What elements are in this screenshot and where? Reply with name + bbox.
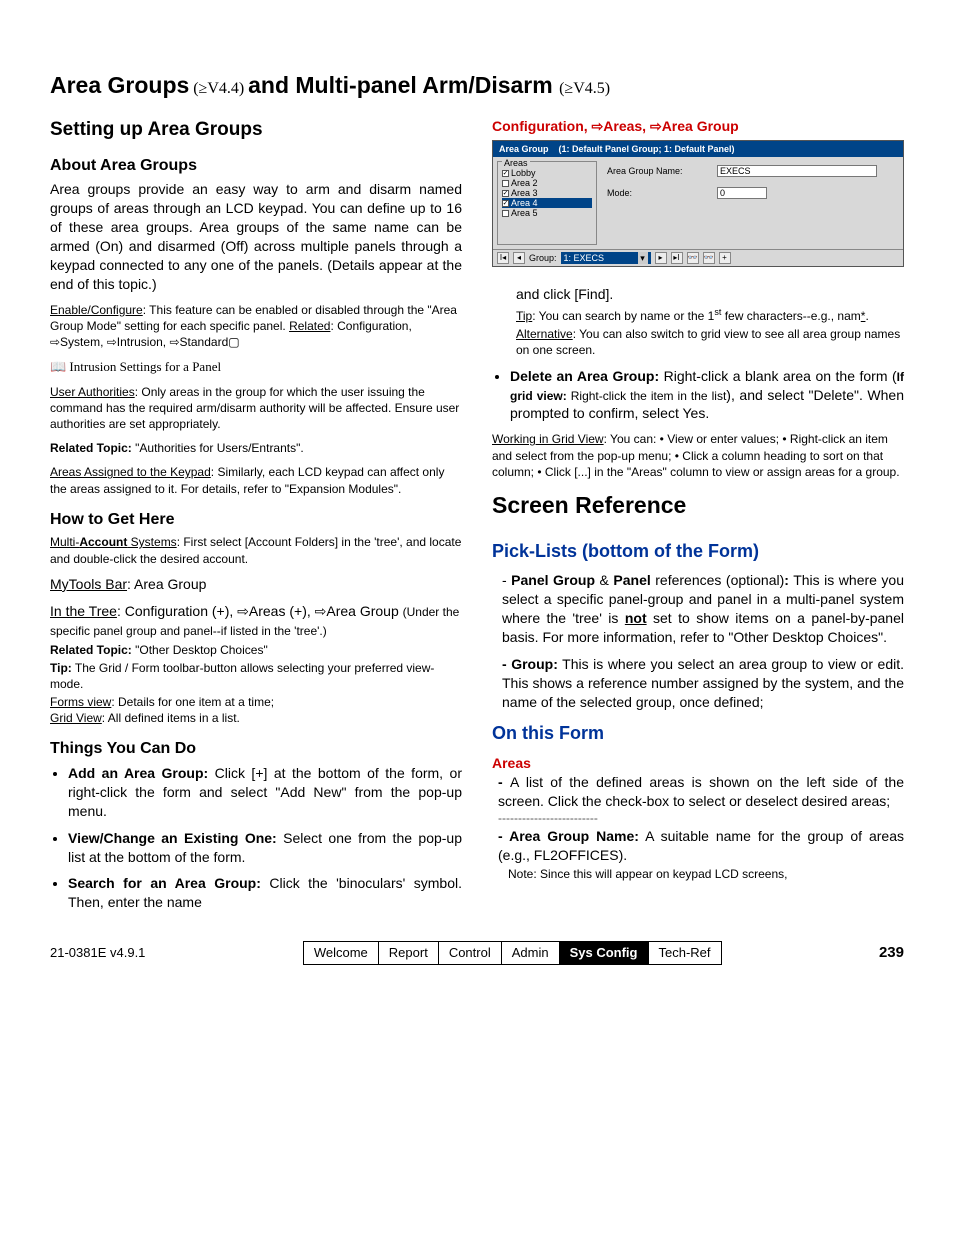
para-agn-note: Note: Since this will appear on keypad L… — [492, 866, 904, 882]
para-areas-keypad: Areas Assigned to the Keypad: Similarly,… — [50, 464, 462, 496]
ss-title-context: (1: Default Panel Group; 1: Default Pane… — [559, 143, 735, 155]
heading-about: About Area Groups — [50, 155, 462, 177]
para-mytools: MyTools Bar: Area Group — [50, 575, 462, 594]
para-intree: In the Tree: Configuration (+), ⇨Areas (… — [50, 602, 462, 640]
nav-binoculars-icon[interactable]: 👓 — [687, 252, 699, 264]
ss-field-name-input[interactable]: EXECS — [717, 165, 877, 177]
para-search-tip: Tip: You can search by name or the 1st f… — [516, 306, 904, 324]
ss-area-2[interactable]: Area 2 — [502, 178, 592, 188]
tab-report[interactable]: Report — [379, 942, 439, 964]
nav-next-icon[interactable]: ▸ — [655, 252, 667, 264]
title-ver2: (≥V4.5) — [559, 80, 610, 97]
title-part2: and Multi-panel Arm/Disarm — [248, 72, 559, 98]
ss-field-name-label: Area Group Name: — [607, 165, 717, 177]
ss-title-tab: Area Group — [499, 143, 549, 155]
item-add: Add an Area Group: Click [+] at the bott… — [68, 764, 462, 821]
heading-things: Things You Can Do — [50, 738, 462, 760]
tab-welcome[interactable]: Welcome — [304, 942, 379, 964]
nav-group-combo[interactable]: 1: EXECS▾ — [561, 252, 651, 264]
ss-field-mode-input[interactable]: 0 — [717, 187, 767, 199]
ss-field-mode-label: Mode: — [607, 187, 717, 199]
nav-first-icon[interactable]: I◂ — [497, 252, 509, 264]
para-grid-view-working: Working in Grid View: You can: • View or… — [492, 431, 904, 480]
para-about: Area groups provide an easy way to arm a… — [50, 180, 462, 293]
tab-techref[interactable]: Tech-Ref — [649, 942, 721, 964]
footer-doc-id: 21-0381E v4.9.1 — [50, 944, 145, 962]
ss-areas-group: Areas ✓Lobby Area 2 ✓Area 3 ✓Area 4 Area… — [497, 161, 597, 245]
para-view-tip: Tip: The Grid / Form toolbar-button allo… — [50, 660, 462, 692]
page-title: Area Groups (≥V4.4) and Multi-panel Arm/… — [50, 70, 904, 101]
nav-last-icon[interactable]: ▸I — [671, 252, 683, 264]
para-grid-view: Grid View: All defined items in a list. — [50, 710, 462, 726]
heading-picklists: Pick-Lists (bottom of the Form) — [492, 539, 904, 563]
para-find-cont: and click [Find]. — [516, 285, 904, 304]
para-alternative: Alternative: You can also switch to grid… — [516, 326, 904, 358]
ss-areas-label: Areas — [502, 157, 530, 169]
screenshot-area-group-form: Area Group (1: Default Panel Group; 1: D… — [492, 140, 904, 267]
tab-admin[interactable]: Admin — [502, 942, 560, 964]
ss-area-3[interactable]: ✓Area 3 — [502, 188, 592, 198]
title-ver1: (≥V4.4) — [193, 80, 244, 97]
para-agn: - Area Group Name: A suitable name for t… — [492, 827, 904, 865]
para-pick-group: - Group: This is where you select an are… — [492, 655, 904, 712]
ss-area-5[interactable]: Area 5 — [502, 208, 592, 218]
para-enable: Enable/Configure: This feature can be en… — [50, 302, 462, 351]
heading-setting-up: Setting up Area Groups — [50, 117, 462, 143]
tab-control[interactable]: Control — [439, 942, 502, 964]
item-delete: Delete an Area Group: Right-click a blan… — [510, 367, 904, 424]
item-view: View/Change an Existing One: Select one … — [68, 829, 462, 867]
ss-area-lobby[interactable]: ✓Lobby — [502, 168, 592, 178]
footer-tabs: Welcome Report Control Admin Sys Config … — [303, 941, 722, 965]
nav-group-label: Group: — [529, 252, 557, 264]
para-user-authorities: User Authorities: Only areas in the grou… — [50, 384, 462, 433]
heading-how: How to Get Here — [50, 509, 462, 531]
title-part1: Area Groups — [50, 72, 189, 98]
heading-screen-reference: Screen Reference — [492, 490, 904, 521]
para-related-topic-2: Related Topic: "Other Desktop Choices" — [50, 642, 462, 658]
para-multi-account: Multi-Account Systems: First select [Acc… — [50, 534, 462, 566]
page-number: 239 — [879, 943, 904, 963]
para-related-topic-1: Related Topic: "Authorities for Users/En… — [50, 440, 462, 456]
heading-areas: Areas — [492, 754, 904, 773]
para-pick-panel: - Panel Group & Panel references (option… — [492, 571, 904, 647]
nav-find-next-icon[interactable]: 👓 — [703, 252, 715, 264]
link-intrusion-settings[interactable]: 📖 Intrusion Settings for a Panel — [50, 358, 462, 376]
config-path: Configuration, ⇨Areas, ⇨Area Group — [492, 117, 904, 136]
tab-sysconfig[interactable]: Sys Config — [560, 942, 649, 964]
para-forms-view: Forms view: Details for one item at a ti… — [50, 694, 462, 710]
para-areas-list: - A list of the defined areas is shown o… — [492, 773, 904, 811]
ss-area-4[interactable]: ✓Area 4 — [502, 198, 592, 208]
item-search: Search for an Area Group: Click the 'bin… — [68, 874, 462, 912]
nav-prev-icon[interactable]: ◂ — [513, 252, 525, 264]
heading-onform: On this Form — [492, 721, 904, 745]
divider-dashes: ------------------------- — [492, 810, 904, 826]
nav-add-icon[interactable]: + — [719, 252, 731, 264]
